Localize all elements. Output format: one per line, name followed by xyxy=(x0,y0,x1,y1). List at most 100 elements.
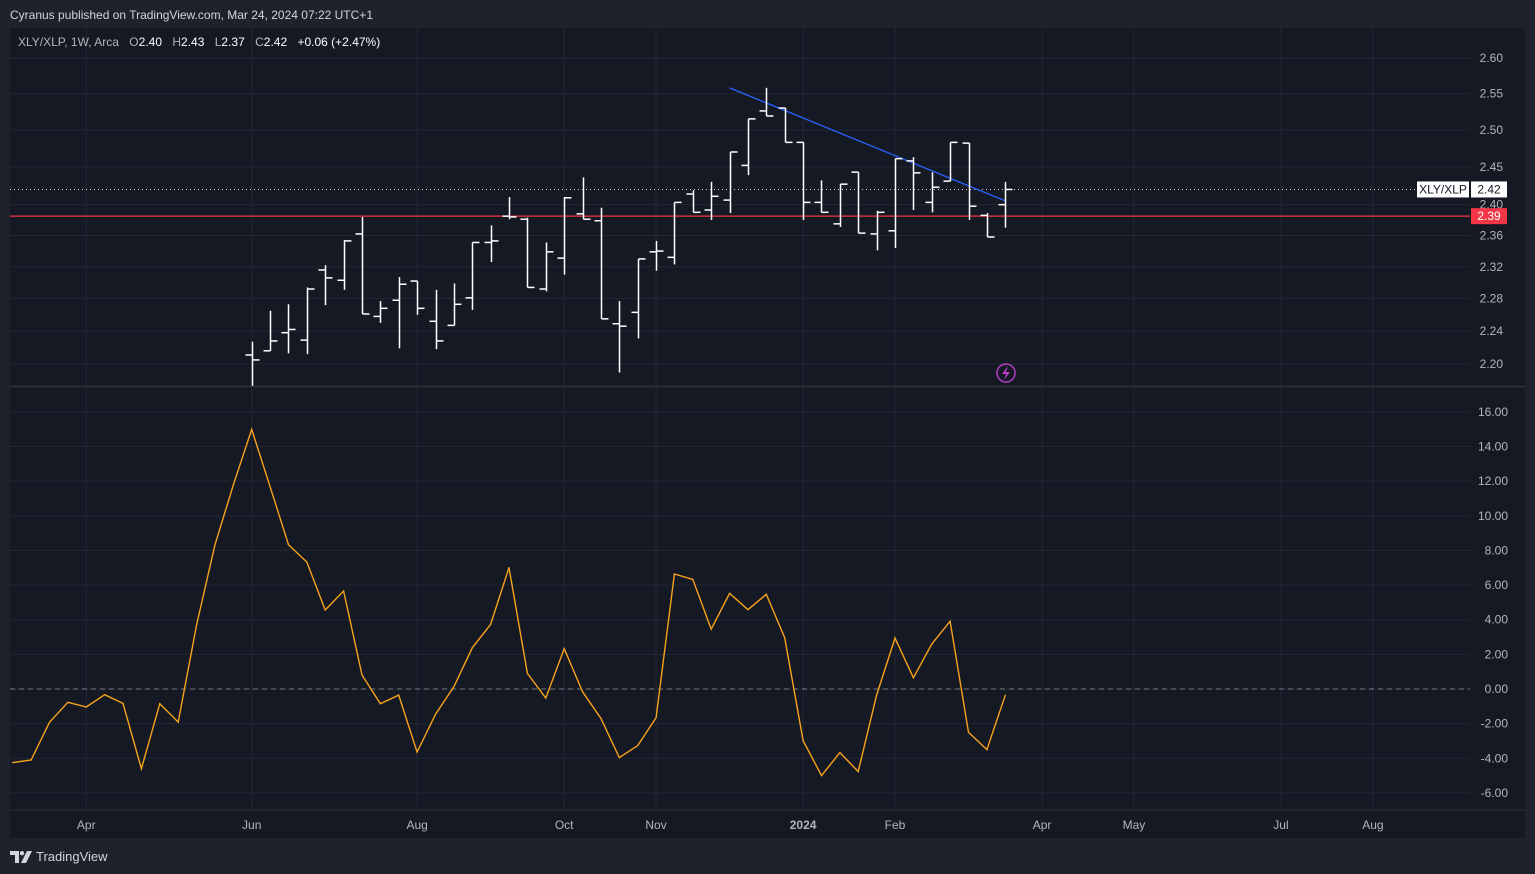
time-tick-label: Aug xyxy=(406,818,427,832)
oscillator-tick-label: 8.00 xyxy=(1485,543,1509,557)
oscillator-point xyxy=(986,749,988,751)
oscillator-point xyxy=(343,590,345,592)
oscillator-point xyxy=(490,623,492,625)
price-tick-label: 2.24 xyxy=(1480,324,1504,338)
price-tick-label: 2.45 xyxy=(1480,160,1504,174)
oscillator-point xyxy=(324,609,326,611)
legend-low: 2.37 xyxy=(221,35,245,49)
oscillator-point xyxy=(581,690,584,693)
oscillator-point xyxy=(30,759,32,761)
price-tick-label: 2.60 xyxy=(1480,51,1504,65)
oscillator-point xyxy=(949,620,951,622)
oscillator-tick-label: -4.00 xyxy=(1481,751,1509,765)
oscillator-point xyxy=(802,740,804,742)
oscillator-tick-label: 10.00 xyxy=(1478,509,1508,523)
oscillator-point xyxy=(140,768,143,770)
oscillator-point xyxy=(453,686,455,688)
legend-close: 2.42 xyxy=(263,35,288,49)
oscillator-point xyxy=(692,578,694,580)
oscillator-tick-label: 6.00 xyxy=(1485,578,1509,592)
oscillator-point xyxy=(655,716,657,719)
oscillator-point xyxy=(177,721,179,723)
oscillator-point xyxy=(287,544,290,546)
oscillator-point xyxy=(710,628,712,630)
time-tick-label: 2024 xyxy=(790,818,817,832)
legend-open-label: O xyxy=(129,35,139,49)
oscillator-point xyxy=(195,624,198,626)
oscillator-tick-label: 0.00 xyxy=(1485,682,1509,696)
oscillator-point xyxy=(894,637,896,639)
oscillator-point xyxy=(269,486,271,488)
oscillator-tick-label: 16.00 xyxy=(1478,405,1508,419)
oscillator-point xyxy=(508,566,510,569)
time-tick-label: Jul xyxy=(1273,818,1288,832)
oscillator-point xyxy=(434,713,437,715)
oscillator-point xyxy=(1004,694,1006,696)
oscillator-point xyxy=(526,672,529,675)
oscillator-point xyxy=(967,731,970,733)
time-tick-label: Jun xyxy=(242,818,261,832)
oscillator-point xyxy=(85,706,87,708)
time-tick-label: Feb xyxy=(885,818,906,832)
oscillator-point xyxy=(471,647,473,649)
oscillator-point xyxy=(637,745,639,747)
oscillator-point xyxy=(12,762,14,764)
oscillator-point xyxy=(104,694,106,696)
time-tick-label: Aug xyxy=(1362,818,1383,832)
price-tick-label: 2.20 xyxy=(1480,357,1504,371)
price-tick-label: 2.50 xyxy=(1480,123,1504,137)
oscillator-point xyxy=(673,573,676,575)
legend-high: 2.43 xyxy=(181,35,205,49)
time-tick-label: Apr xyxy=(77,818,96,832)
price-tick-label: 2.36 xyxy=(1480,228,1504,242)
oscillator-point xyxy=(416,751,418,753)
chart-canvas[interactable]: 2.60 2.55 2.50 2.45 2.40 2.36 2.32 2.28 2.24 2.20… xyxy=(0,0,1535,874)
tradingview-logo-icon xyxy=(10,850,32,863)
oscillator-point xyxy=(784,637,786,639)
time-tick-label: Oct xyxy=(555,818,574,832)
symbol-badge-label: XLY/XLP xyxy=(1419,182,1467,196)
oscillator-point xyxy=(398,694,400,696)
last-price-badge: XLY/XLP 2.42 xyxy=(1417,181,1507,198)
time-tick-label: May xyxy=(1123,818,1146,832)
legend-symbol: XLY/XLP, 1W, Arca xyxy=(18,35,119,49)
oscillator-point xyxy=(67,701,69,703)
oscillator-point xyxy=(912,677,914,679)
chart-background xyxy=(10,28,1525,838)
oscillator-point xyxy=(361,674,363,676)
price-badge-value: 2.42 xyxy=(1477,182,1501,196)
oscillator-point xyxy=(765,593,767,595)
oscillator-point xyxy=(545,697,547,699)
oscillator-point xyxy=(876,694,878,696)
price-tick-label: 2.28 xyxy=(1480,292,1504,306)
oscillator-point xyxy=(159,703,161,705)
price-tick-label: 2.55 xyxy=(1480,87,1504,101)
oscillator-point xyxy=(122,702,124,704)
symbol-legend[interactable]: XLY/XLP, 1W, Arca O2.40 H2.43 L2.37 C2.4… xyxy=(18,35,380,49)
support-badge-value: 2.39 xyxy=(1477,209,1501,223)
time-tick-label: Apr xyxy=(1033,818,1052,832)
time-tick-label: Nov xyxy=(645,818,666,832)
oscillator-point xyxy=(747,609,749,611)
footer: TradingView xyxy=(10,849,108,864)
oscillator-point xyxy=(379,703,381,705)
oscillator-point xyxy=(251,428,253,430)
oscillator-point xyxy=(618,756,620,759)
oscillator-tick-label: -6.00 xyxy=(1481,786,1509,800)
support-price-badge: 2.39 xyxy=(1471,208,1507,225)
oscillator-point xyxy=(728,592,731,594)
oscillator-tick-label: 4.00 xyxy=(1485,613,1509,627)
oscillator-point xyxy=(306,561,308,563)
legend-close-label: C xyxy=(255,35,264,49)
legend-open: 2.40 xyxy=(138,35,162,49)
oscillator-point xyxy=(931,643,933,645)
oscillator-point xyxy=(48,721,51,723)
oscillator-point xyxy=(857,771,859,773)
oscillator-tick-label: 12.00 xyxy=(1478,474,1508,488)
oscillator-tick-label: 2.00 xyxy=(1485,647,1509,661)
oscillator-point xyxy=(563,648,565,650)
oscillator-tick-label: 14.00 xyxy=(1478,440,1508,454)
oscillator-point xyxy=(232,484,234,486)
oscillator-point xyxy=(820,775,823,777)
oscillator-point xyxy=(214,544,216,546)
